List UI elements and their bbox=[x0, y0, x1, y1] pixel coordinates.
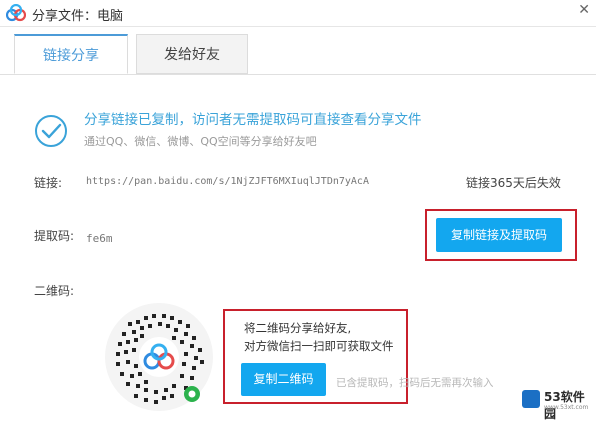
share-success-headline: 分享链接已复制，访问者无需提取码可直接查看分享文件 bbox=[84, 112, 422, 128]
link-label: 链接: bbox=[34, 176, 63, 190]
link-expire-text: 链接365天后失效 bbox=[466, 176, 561, 190]
title-bar: 分享文件：电脑 ✕ bbox=[0, 0, 596, 27]
qrcode-instruction-line1: 将二维码分享给好友, bbox=[244, 321, 352, 335]
close-button[interactable]: ✕ bbox=[578, 2, 590, 18]
copy-link-and-code-button[interactable]: 复制链接及提取码 bbox=[436, 218, 562, 252]
watermark-subtext: www.53xt.com bbox=[544, 404, 589, 411]
copy-qrcode-button[interactable]: 复制二维码 bbox=[241, 363, 326, 396]
qrcode-hint-text: 已含提取码，扫码后无需再次输入 bbox=[336, 377, 494, 389]
extract-code-value[interactable]: fe6m bbox=[86, 232, 113, 245]
baidu-netdisk-cloud-icon bbox=[6, 4, 26, 22]
qrcode-label: 二维码: bbox=[34, 284, 75, 298]
qrcode-image bbox=[105, 303, 213, 411]
qrcode-instruction-line2: 对方微信扫一扫即可获取文件 bbox=[244, 339, 394, 353]
site-watermark: 53软件园 www.53xt.com bbox=[522, 386, 592, 421]
tab-bar: 链接分享 发给好友 bbox=[0, 34, 596, 75]
share-success-subline: 通过QQ、微信、微博、QQ空间等分享给好友吧 bbox=[84, 135, 317, 148]
window-title: 分享文件：电脑 bbox=[32, 9, 124, 24]
tab-link-share[interactable]: 链接分享 bbox=[14, 34, 128, 74]
extract-code-label: 提取码: bbox=[34, 229, 75, 243]
tab-send-friend[interactable]: 发给好友 bbox=[136, 34, 248, 74]
watermark-logo-icon bbox=[522, 390, 540, 408]
check-circle-icon bbox=[35, 115, 67, 147]
share-link-url[interactable]: https://pan.baidu.com/s/1NjZJFT6MXIuqlJT… bbox=[86, 176, 369, 187]
